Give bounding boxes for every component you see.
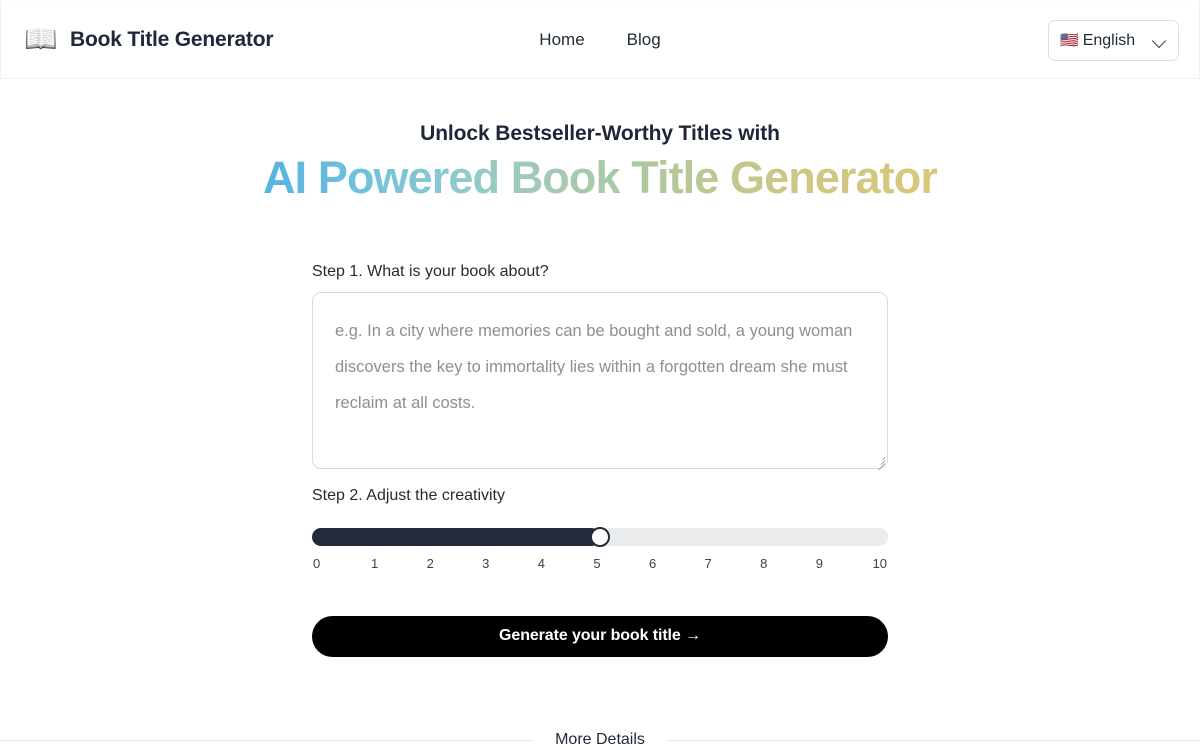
nav-item-blog[interactable]: Blog [627, 30, 661, 50]
slider-fill [312, 527, 600, 546]
slider-tick: 4 [537, 555, 545, 571]
nav-item-home[interactable]: Home [539, 30, 584, 50]
slider-tick: 10 [872, 555, 887, 571]
step-2-label: Step 2. Adjust the creativity [312, 487, 505, 505]
page-title: AI Powered Book Title Generator [263, 152, 938, 204]
slider-tick: 3 [482, 555, 490, 571]
slider-tick: 5 [593, 555, 601, 571]
open-book-sparkles-icon: 📖 [24, 24, 58, 54]
brand-logo-link[interactable]: 📖 Book Title Generator [23, 22, 273, 58]
more-details-label: More Details [555, 731, 645, 748]
divider-line-left [0, 739, 534, 741]
slider-tick: 8 [760, 555, 768, 571]
step-1-label: Step 1. What is your book about? [312, 263, 549, 281]
us-flag-icon: 🇺🇸 [1060, 32, 1079, 49]
chevron-down-icon [1153, 34, 1167, 48]
slider-tick: 9 [815, 555, 823, 571]
brand-title: Book Title Generator [70, 27, 274, 51]
hero-subtitle: Unlock Bestseller-Worthy Titles with [420, 122, 780, 145]
prompt-textarea-wrapper [312, 292, 888, 471]
more-details-divider: More Details [0, 731, 1200, 749]
creativity-slider[interactable] [312, 526, 888, 547]
slider-tick: 1 [370, 555, 379, 571]
site-header: 📖 Book Title Generator Home Blog 🇺🇸 Engl… [0, 0, 1200, 79]
slider-tick: 6 [648, 555, 657, 571]
book-description-input[interactable] [312, 292, 888, 470]
slider-tick: 2 [426, 555, 434, 571]
language-selector[interactable]: 🇺🇸 English [1048, 20, 1179, 61]
slider-tick-labels: 0 1 2 3 4 5 6 7 8 9 10 [312, 556, 888, 571]
hero-section: Unlock Bestseller-Worthy Titles with AI … [0, 79, 1200, 204]
language-selector-value: English [1082, 31, 1136, 49]
divider-line-right [666, 739, 1200, 741]
generator-form: Step 1. What is your book about? Step 2.… [312, 204, 888, 657]
slider-thumb[interactable] [590, 526, 610, 547]
creativity-slider-group: 0 1 2 3 4 5 6 7 8 9 10 [312, 526, 888, 571]
slider-tick: 0 [313, 555, 321, 571]
slider-tick: 7 [704, 555, 712, 571]
generate-title-button[interactable]: Generate your book title → [312, 615, 888, 657]
